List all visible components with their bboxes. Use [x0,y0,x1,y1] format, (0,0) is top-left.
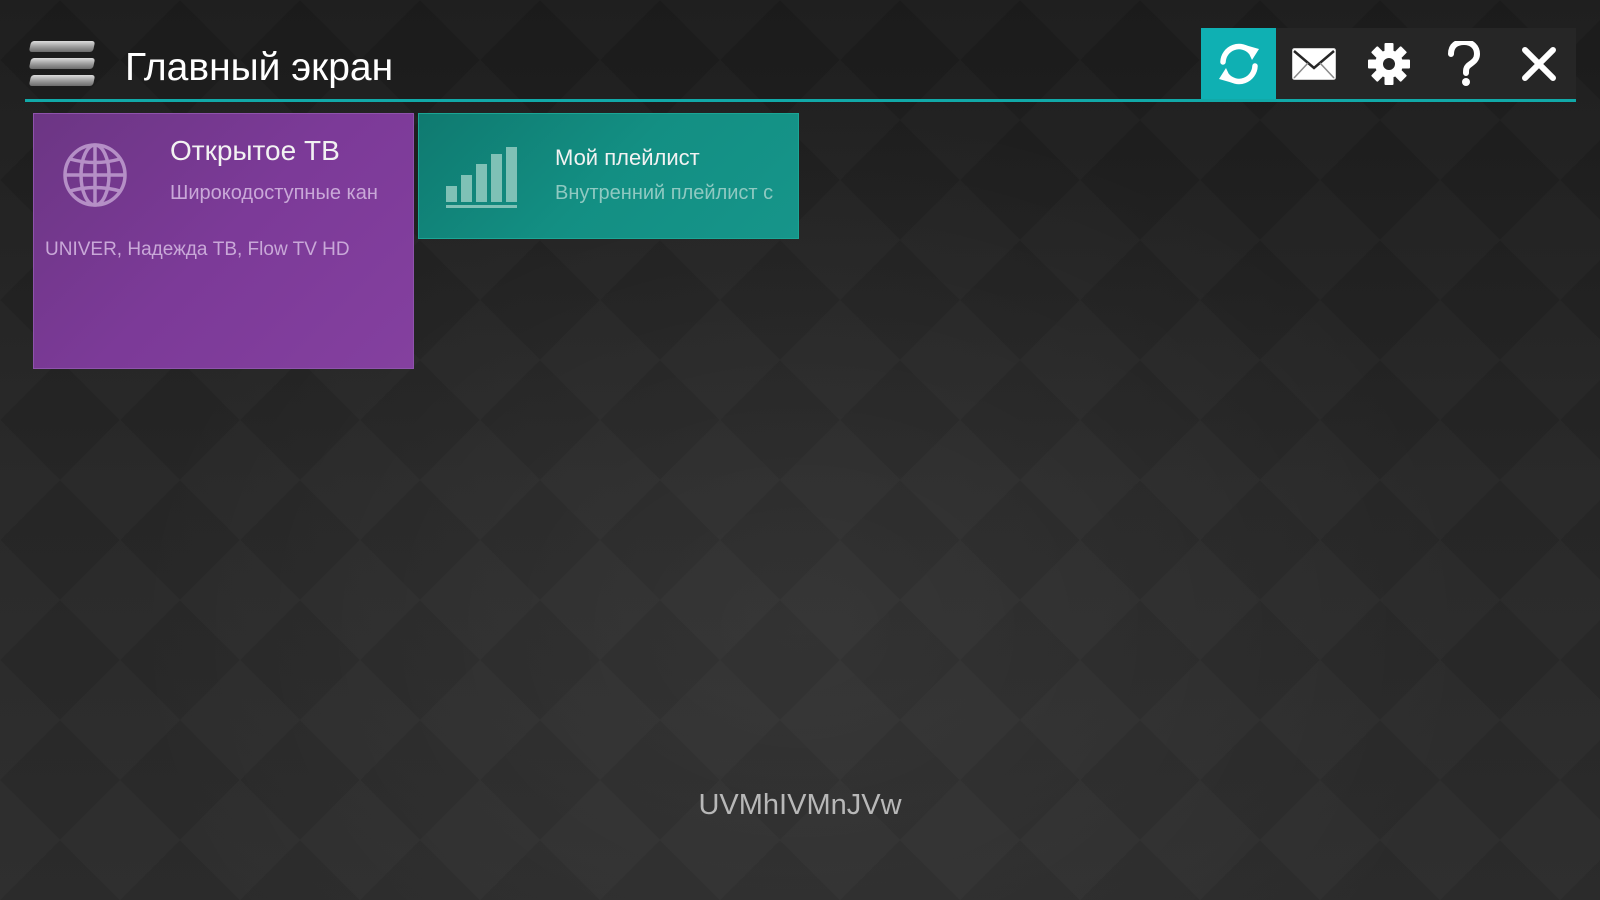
messages-button[interactable] [1276,28,1351,99]
tile-my-playlist[interactable]: Мой плейлист Внутренний плейлист с [418,113,799,239]
tile-subtitle: Внутренний плейлист с [555,182,774,204]
refresh-icon [1218,43,1259,84]
gear-icon [1367,42,1410,85]
page-title: Главный экран [125,46,394,89]
tile-title: Открытое ТВ [170,135,340,166]
tile-title: Мой плейлист [555,145,700,170]
close-button[interactable] [1501,28,1576,99]
tile-subtitle: Широкодоступные кан [170,182,378,204]
question-icon [1447,40,1480,86]
header-bar: Главный экран [25,28,1576,102]
close-icon [1521,46,1556,81]
tile-open-tv[interactable]: Открытое ТВ Широкодоступные кан UNIVER, … [33,113,414,369]
refresh-button[interactable] [1201,28,1276,99]
signal-bars-icon [446,147,517,208]
toolbar [1201,28,1576,99]
help-button[interactable] [1426,28,1501,99]
settings-button[interactable] [1351,28,1426,99]
envelope-icon [1291,47,1336,80]
device-code: UVMhIVMnJVw [698,789,902,821]
globe-icon [63,143,127,207]
tile-description: UNIVER, Надежда ТВ, Flow TV HD [45,239,350,260]
menu-button[interactable] [28,41,96,89]
